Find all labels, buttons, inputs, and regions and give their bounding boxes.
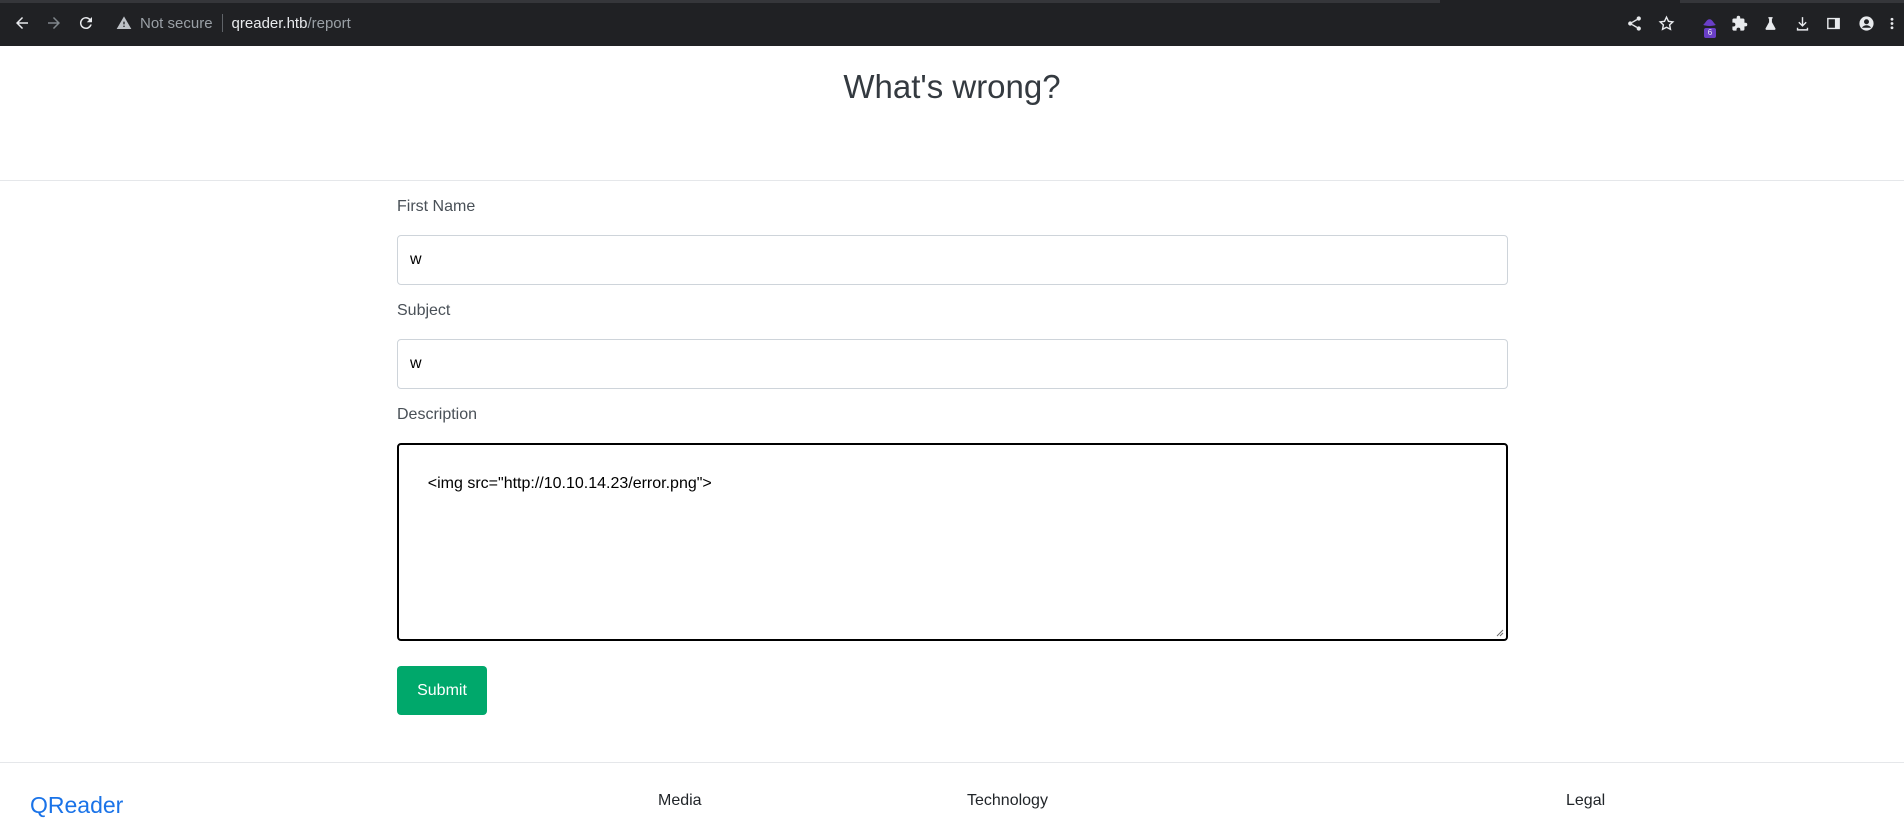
tab-strip-edge bbox=[0, 0, 1904, 3]
first-name-field[interactable]: w bbox=[397, 235, 1508, 285]
extensions-menu-button[interactable] bbox=[1728, 12, 1750, 34]
download-icon bbox=[1796, 16, 1808, 31]
address-divider bbox=[221, 14, 223, 32]
profile-button[interactable] bbox=[1855, 12, 1877, 34]
downloads-button[interactable] bbox=[1791, 12, 1813, 34]
share-button[interactable] bbox=[1623, 12, 1645, 34]
footer-divider bbox=[0, 762, 1904, 763]
address-bar[interactable]: Not secure qreader.htb/report bbox=[108, 8, 1620, 38]
divider bbox=[0, 180, 1904, 181]
resize-grip-icon[interactable] bbox=[1496, 629, 1504, 637]
subject-label: Subject bbox=[397, 302, 451, 319]
url-path: /report bbox=[307, 14, 351, 32]
puzzle-icon bbox=[1731, 15, 1747, 31]
avatar-icon bbox=[1858, 15, 1874, 31]
side-panel-icon bbox=[1826, 17, 1840, 29]
description-label: Description bbox=[397, 406, 478, 423]
footer-heading-media: Media bbox=[658, 792, 702, 809]
browser-menu-button[interactable] bbox=[1885, 12, 1899, 34]
footer-heading-technology: Technology bbox=[967, 792, 1048, 809]
security-status[interactable]: Not secure bbox=[140, 15, 213, 32]
star-icon bbox=[1658, 14, 1674, 31]
description-textarea[interactable]: <img src="http://10.10.14.23/error.png"> bbox=[397, 443, 1508, 641]
extension-badge: 6 bbox=[1704, 28, 1716, 38]
first-name-label: First Name bbox=[397, 198, 476, 215]
arrow-right-icon bbox=[48, 17, 60, 29]
back-button[interactable] bbox=[10, 11, 34, 35]
forward-button[interactable] bbox=[42, 11, 66, 35]
footer-heading-legal: Legal bbox=[1566, 792, 1606, 809]
submit-button[interactable]: Submit bbox=[397, 666, 487, 715]
arrow-left-icon bbox=[16, 17, 28, 29]
browser-toolbar: Not secure qreader.htb/report 6 bbox=[0, 0, 1904, 46]
url-host: qreader.htb bbox=[231, 14, 308, 32]
page-title: What's wrong? bbox=[843, 68, 1061, 105]
description-text: <img src="http://10.10.14.23/error.png"> bbox=[427, 475, 712, 492]
labs-button[interactable] bbox=[1759, 12, 1781, 34]
reload-icon bbox=[79, 17, 92, 30]
flask-icon bbox=[1764, 16, 1776, 30]
bookmark-button[interactable] bbox=[1655, 12, 1677, 34]
warning-icon bbox=[116, 16, 132, 29]
share-icon bbox=[1627, 15, 1641, 31]
side-panel-button[interactable] bbox=[1822, 12, 1844, 34]
reload-button[interactable] bbox=[74, 11, 98, 35]
more-vert-icon bbox=[1890, 17, 1894, 29]
subject-field[interactable]: w bbox=[397, 339, 1508, 389]
